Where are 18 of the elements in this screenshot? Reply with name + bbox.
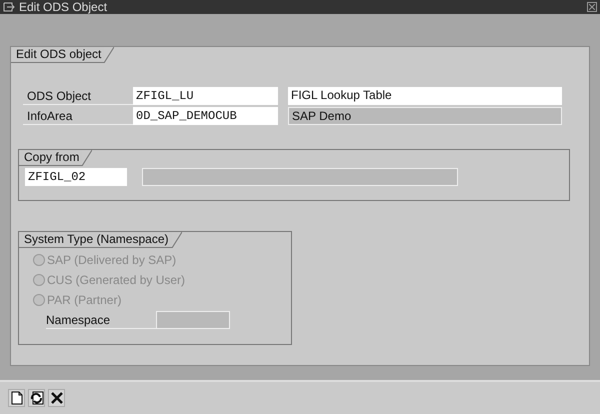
description-field[interactable]: FIGL Lookup Table [288,87,562,105]
toolbar-button[interactable] [48,389,65,407]
window-title: Edit ODS Object [19,0,108,14]
input-field[interactable]: 0D_SAP_DEMOCUB [133,107,278,125]
window-icon [3,2,15,12]
new-document-icon [10,391,22,405]
refresh-document-icon [30,391,44,405]
toolbar-button[interactable] [28,389,45,407]
close-button[interactable] [587,2,597,12]
group-title: Copy from [19,150,82,166]
input-field[interactable]: ZFIGL_02 [25,168,127,186]
tab-slant-line [104,47,114,63]
group-title: System Type (Namespace) [19,232,172,248]
description-field: SAP Demo [288,107,562,125]
input-field[interactable]: ZFIGL_LU [133,87,278,105]
group-title: Edit ODS object [11,47,104,63]
toolbar-button[interactable] [8,389,25,407]
close-icon [50,392,62,404]
